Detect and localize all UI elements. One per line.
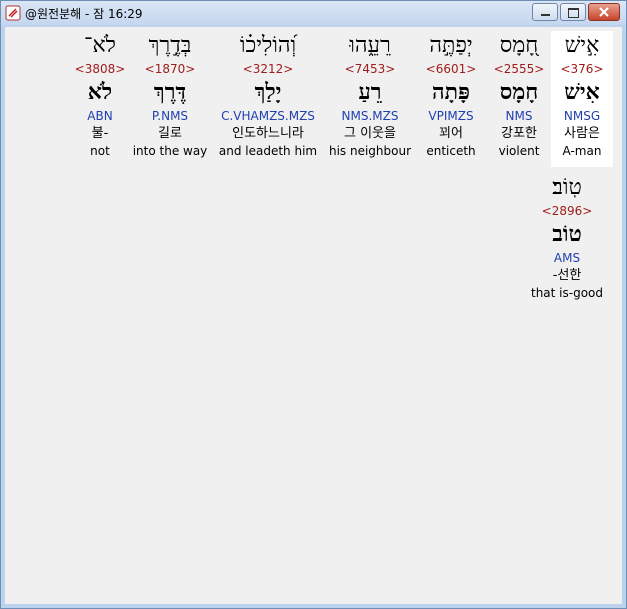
korean-gloss: 강포한 (501, 126, 537, 141)
hebrew-lemma: לֹא (87, 79, 113, 105)
word-block[interactable]: חָ֭מָס <2555> חָמָס NMS 강포한 violent (483, 31, 555, 159)
english-gloss: violent (498, 144, 540, 158)
morph-code: P.NMS (151, 109, 189, 123)
close-icon (599, 7, 609, 17)
hebrew-word: חָ֭מָס (499, 33, 539, 58)
strong-number[interactable]: <2555> (483, 61, 555, 77)
maximize-button[interactable] (560, 3, 586, 21)
morph-code: AMS (553, 251, 581, 265)
morph-code: ABN (87, 109, 113, 123)
word-block[interactable]: אִ֣ישׁ <376> אִישׁ NMSG 사람은 A-man (551, 31, 613, 167)
english-gloss: A-man (562, 144, 602, 158)
hebrew-lemma: טוֹב (552, 221, 582, 247)
word-block[interactable]: טֽוֹב׃ <2896> טוֹב AMS -선한 that is-good (527, 173, 607, 301)
korean-gloss: 길로 (158, 126, 182, 141)
korean-gloss: 불- (91, 126, 109, 141)
word-block[interactable]: וְ֝הוֹלִיכ֗וֹ <3212> יָלַךְ C.VHAMZS.MZS… (211, 31, 325, 159)
english-gloss: his neighbour (328, 144, 412, 158)
hebrew-word: לֹא־ (84, 33, 116, 58)
hebrew-word: יְפַתֶּ֣ה (429, 33, 473, 58)
english-gloss: and leadeth him (218, 144, 318, 158)
title-bar[interactable]: @원전분해 - 잠 16:29 (1, 1, 626, 25)
interlinear-view: אִ֣ישׁ <376> אִישׁ NMSG 사람은 A-man חָ֭מָס… (5, 27, 622, 604)
morph-code: VPIMZS (428, 109, 474, 123)
strong-number[interactable]: <3808> (71, 61, 129, 77)
close-button[interactable] (588, 3, 620, 21)
english-gloss: that is-good (530, 286, 604, 300)
maximize-icon (568, 8, 579, 18)
hebrew-lemma: דֶּרֶךְ (153, 79, 187, 105)
korean-gloss: 사람은 (564, 126, 600, 141)
hebrew-word: אִ֣ישׁ (564, 33, 600, 58)
minimize-icon (541, 14, 550, 16)
strong-number[interactable]: <2896> (527, 203, 607, 219)
hebrew-word: רֵעֵ֑הוּ (349, 33, 391, 58)
app-window: @원전분해 - 잠 16:29 אִ֣ישׁ <376> אִישׁ NMSG … (0, 0, 627, 609)
hebrew-word: וְ֝הוֹלִיכ֗וֹ (239, 33, 297, 58)
morph-code: C.VHAMZS.MZS (221, 109, 315, 123)
word-block[interactable]: יְפַתֶּ֣ה <6601> פָּתָה VPIMZS 꾀어 entice… (413, 31, 489, 159)
korean-gloss: 그 이웃을 (344, 126, 396, 141)
strong-number[interactable]: <3212> (211, 61, 325, 77)
word-block[interactable]: לֹא־ <3808> לֹא ABN 불- not (71, 31, 129, 159)
hebrew-word: בְּדֶ֣רֶךְ (148, 33, 192, 58)
hebrew-lemma: יָלַךְ (254, 79, 282, 105)
hebrew-lemma: אִישׁ (564, 79, 600, 105)
korean-gloss: 인도하느니라 (232, 126, 304, 141)
minimize-button[interactable] (532, 3, 558, 21)
window-title: @원전분해 - 잠 16:29 (25, 6, 143, 21)
morph-code: NMS (505, 109, 533, 123)
strong-number[interactable]: <7453> (325, 61, 415, 77)
word-block[interactable]: בְּדֶ֣רֶךְ <1870> דֶּרֶךְ P.NMS 길로 into … (129, 31, 211, 159)
hebrew-word: טֽוֹב׃ (552, 175, 582, 200)
word-block[interactable]: רֵעֵ֑הוּ <7453> רֵעַ NMS.MZS 그 이웃을 his n… (325, 31, 415, 159)
english-gloss: not (90, 144, 110, 158)
english-gloss: enticeth (426, 144, 476, 158)
strong-number[interactable]: <376> (551, 61, 613, 77)
app-icon (5, 5, 21, 21)
hebrew-lemma: חָמָס (499, 79, 539, 105)
hebrew-lemma: פָּתָה (431, 79, 471, 105)
korean-gloss: 꾀어 (439, 126, 463, 141)
strong-number[interactable]: <1870> (129, 61, 211, 77)
morph-code: NMS.MZS (341, 109, 399, 123)
strong-number[interactable]: <6601> (413, 61, 489, 77)
morph-code: NMSG (563, 109, 601, 123)
korean-gloss: -선한 (552, 268, 582, 283)
english-gloss: into the way (132, 144, 208, 158)
hebrew-lemma: רֵעַ (358, 79, 382, 105)
